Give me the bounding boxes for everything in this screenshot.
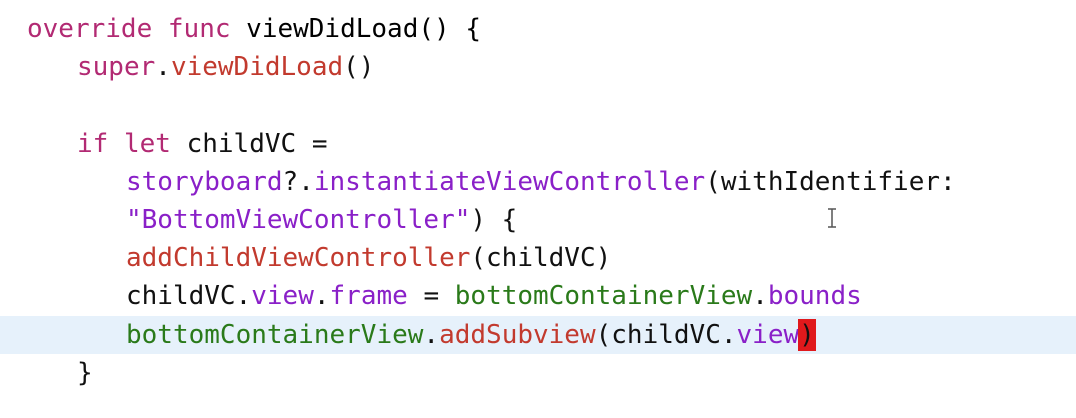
code-line[interactable]: if let childVC = <box>0 125 1076 163</box>
code-token: . <box>313 281 330 311</box>
code-token: addChildViewController <box>126 243 471 273</box>
current-code-line[interactable]: bottomContainerView.addSubview(childVC.v… <box>0 316 1076 354</box>
code-line[interactable]: super.viewDidLoad() <box>0 48 1076 86</box>
code-token: let <box>123 129 171 159</box>
code-token: func <box>167 14 231 44</box>
code-token: () <box>343 52 375 82</box>
code-token: storyboard <box>126 167 283 197</box>
code-line[interactable]: addChildViewController(childVC) <box>0 239 1076 277</box>
code-token: ) { <box>470 205 518 235</box>
text-ibeam-icon <box>828 208 836 228</box>
code-token: ?. <box>282 167 314 197</box>
code-token: frame <box>329 281 408 311</box>
code-token: addSubview <box>439 320 596 350</box>
code-line[interactable]: childVC.view.frame = bottomContainerView… <box>0 277 1076 315</box>
code-line[interactable]: override func viewDidLoad() { <box>0 10 1076 48</box>
code-line[interactable]: storyboard?.instantiateViewController(wi… <box>0 163 1076 201</box>
code-token: (withIdentifier: <box>705 167 956 197</box>
code-token: viewDidLoad() { <box>230 14 481 44</box>
code-token: (childVC. <box>595 320 737 350</box>
code-token: . <box>155 52 171 82</box>
code-token: view <box>251 281 314 311</box>
code-editor[interactable]: override func viewDidLoad() { super.view… <box>0 0 1076 418</box>
code-token: super <box>77 52 156 82</box>
code-token: override <box>27 14 153 44</box>
code-line[interactable]: } <box>0 354 1076 392</box>
code-token: viewDidLoad <box>170 52 344 82</box>
code-token: . <box>752 281 768 311</box>
code-token: } <box>77 358 93 388</box>
code-token: = <box>407 281 455 311</box>
code-token: . <box>423 320 440 350</box>
matched-bracket: ) <box>798 319 816 351</box>
code-token: if <box>77 129 109 159</box>
code-token: "BottomViewController" <box>126 205 471 235</box>
code-token: bounds <box>767 281 862 311</box>
code-line[interactable] <box>0 87 1076 125</box>
code-token: bottomContainerView <box>454 281 753 311</box>
code-token: bottomContainerView <box>126 320 424 350</box>
code-token: instantiateViewController <box>313 167 706 197</box>
code-token: view <box>736 320 800 350</box>
code-line[interactable]: "BottomViewController") { <box>0 201 1076 239</box>
code-token: childVC = <box>170 129 328 159</box>
code-token: (childVC) <box>470 243 612 273</box>
code-token: childVC. <box>126 281 252 311</box>
